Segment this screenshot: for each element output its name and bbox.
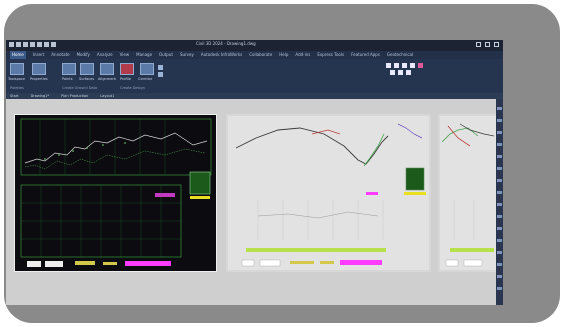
tool-icon[interactable] [497,179,502,182]
ribbon-tab-featured-apps[interactable]: Featured Apps [351,51,380,59]
plan-profile-sheet-light[interactable] [226,114,431,272]
tool-small-icon[interactable] [410,63,415,68]
ribbon-group-label: Create Ground Data [62,86,98,90]
ribbon-tab-output[interactable]: Output [159,51,173,59]
ribbon-tab-help[interactable]: Help [279,51,288,59]
save-icon[interactable] [30,42,35,47]
sheet-drawing [20,118,212,267]
tool-small-icon[interactable] [394,63,399,68]
minimize-icon[interactable] [476,42,481,47]
ribbon-tab-annotate[interactable]: Annotate [51,51,69,59]
tool-small-icon[interactable] [158,65,163,70]
ribbon-tab-analyze[interactable]: Analyze [97,51,113,59]
print-icon[interactable] [51,42,56,47]
ribbon-tab-modify[interactable]: Modify [77,51,90,59]
ribbon-tab-geotechnical[interactable]: Geotechnical [387,51,413,59]
ribbon-tab-view[interactable]: View [120,51,130,59]
tool-icon[interactable] [497,191,502,194]
sheet-drawing [235,123,426,267]
alignment-label: Alignment [98,77,116,81]
toolspace-button[interactable] [10,63,24,75]
points-button[interactable] [62,63,76,75]
undo-icon[interactable] [37,42,42,47]
corridor-label: Corridor [138,77,153,81]
ribbon-tab-addins[interactable]: Add-ins [295,51,310,59]
tool-icon[interactable] [497,143,502,146]
application-window: Civil 3D 2024 - Drawing1.dwg Home Insert… [6,40,503,305]
vertical-toolbar [496,99,503,305]
tool-icon[interactable] [497,263,502,266]
ribbon-panel: Toolspace Properties Points Surfaces Ali… [6,59,503,93]
tool-icon[interactable] [497,227,502,230]
ribbon-tab-insert[interactable]: Insert [33,51,44,59]
quick-access-toolbar[interactable] [9,42,56,49]
ribbon-group-label: Palettes [10,86,24,90]
ribbon-tab-infraworks[interactable]: Autodesk InfraWorks [201,51,242,59]
close-icon[interactable] [494,42,499,47]
window-title: Civil 3D 2024 - Drawing1.dwg [196,41,256,46]
tool-icon[interactable] [497,275,502,278]
alignment-button[interactable] [100,63,114,75]
ribbon-tab-home[interactable]: Home [10,51,26,59]
drawing-canvas[interactable] [6,99,496,305]
tool-icon[interactable] [497,131,502,134]
tool-icon[interactable] [497,167,502,170]
tool-small-icon[interactable] [390,70,395,75]
points-label: Points [62,77,73,81]
toolspace-label: Toolspace [8,77,26,81]
open-file-icon[interactable] [23,42,28,47]
ribbon-tab-collaborate[interactable]: Collaborate [249,51,272,59]
tool-icon[interactable] [497,251,502,254]
profile-label: Profile [120,77,131,81]
tool-icon[interactable] [497,287,502,290]
tool-icon[interactable] [497,155,502,158]
ribbon-tab-manage[interactable]: Manage [136,51,152,59]
tool-small-icon[interactable] [418,63,423,68]
ribbon-tab-survey[interactable]: Survey [180,51,194,59]
tool-small-icon[interactable] [386,63,391,68]
tool-small-icon[interactable] [402,63,407,68]
tool-small-icon[interactable] [158,72,163,77]
window-controls [476,42,499,47]
properties-button[interactable] [32,63,46,75]
tool-small-icon[interactable] [398,70,403,75]
redo-icon[interactable] [44,42,49,47]
plan-profile-sheet-dark[interactable] [14,114,217,272]
surfaces-label: Surfaces [79,77,95,81]
sheet-drawing [441,123,495,267]
tool-icon[interactable] [497,203,502,206]
properties-label: Properties [30,77,48,81]
tool-small-icon[interactable] [406,70,411,75]
tool-icon[interactable] [497,239,502,242]
ribbon-tab-bar: Home Insert Annotate Modify Analyze View… [6,51,503,59]
app-menu-icon[interactable] [9,42,14,47]
maximize-icon[interactable] [485,42,490,47]
profile-button[interactable] [120,63,134,75]
tool-icon[interactable] [497,107,502,110]
ribbon-group-label: Create Design [120,86,145,90]
new-file-icon[interactable] [16,42,21,47]
title-bar: Civil 3D 2024 - Drawing1.dwg [6,40,503,51]
tool-icon[interactable] [497,215,502,218]
surfaces-button[interactable] [80,63,94,75]
corridor-button[interactable] [140,63,154,75]
plan-profile-sheet-light-partial[interactable] [438,114,496,272]
ribbon-tab-express-tools[interactable]: Express Tools [317,51,344,59]
tool-icon[interactable] [497,119,502,122]
